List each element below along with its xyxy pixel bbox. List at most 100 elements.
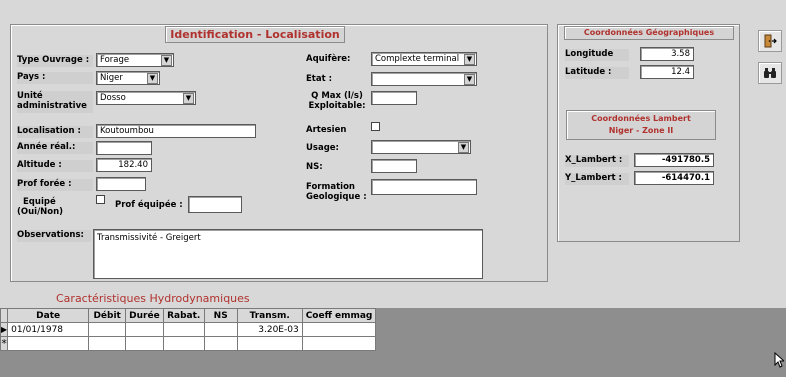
prof-foree-input[interactable] bbox=[96, 177, 146, 191]
hydro-grid: Date Débit Durée Rabat. NS Transm. Coeff… bbox=[0, 308, 377, 351]
new-row-selector[interactable]: * bbox=[0, 336, 9, 351]
observations-label: Observations: bbox=[17, 230, 91, 242]
altitude-input[interactable]: 182.40 bbox=[96, 158, 152, 172]
etat-label: Etat : bbox=[306, 74, 333, 84]
hydro-table: Date Débit Durée Rabat. NS Transm. Coeff… bbox=[0, 308, 377, 351]
prof-foree-label: Prof forée : bbox=[17, 179, 93, 191]
col-transm[interactable]: Transm. bbox=[236, 308, 303, 323]
chevron-down-icon[interactable]: ▼ bbox=[458, 142, 469, 153]
unite-admin-value: Dosso bbox=[100, 93, 126, 103]
lambert-title-line2: Niger - Zone II bbox=[608, 126, 674, 135]
door-exit-icon bbox=[764, 34, 777, 48]
aquifere-value: Complexte terminal bbox=[375, 54, 460, 64]
x-lambert-label: X_Lambert : bbox=[565, 155, 629, 167]
unite-admin-select[interactable]: Dosso ▼ bbox=[96, 91, 196, 105]
aquifere-label: Aquifère: bbox=[306, 54, 351, 64]
binoculars-icon bbox=[764, 68, 776, 78]
geo-title: Coordonnées Géographiques bbox=[564, 26, 734, 40]
altitude-label: Altitude : bbox=[17, 160, 93, 172]
mouse-cursor-icon bbox=[774, 352, 784, 368]
equipe-label: Equipé (Oui/Non) bbox=[17, 197, 77, 219]
new-cell[interactable] bbox=[236, 336, 303, 351]
aquifere-select[interactable]: Complexte terminal ▼ bbox=[371, 52, 477, 66]
formation-input[interactable] bbox=[371, 179, 477, 195]
equipe-label-line1: Equipé bbox=[23, 197, 56, 207]
latitude-input[interactable]: 12.4 bbox=[640, 65, 694, 79]
x-lambert-input[interactable]: -491780.5 bbox=[634, 153, 714, 167]
localisation-input[interactable]: Koutoumbou bbox=[96, 124, 256, 138]
cell-rabat[interactable] bbox=[162, 322, 205, 337]
type-ouvrage-value: Forage bbox=[100, 55, 130, 65]
new-cell[interactable] bbox=[301, 336, 377, 351]
localisation-label: Localisation : bbox=[17, 126, 93, 138]
row-selector-header bbox=[0, 308, 9, 323]
ns-input[interactable] bbox=[371, 159, 417, 173]
pays-value: Niger bbox=[100, 73, 123, 83]
ns-label: NS: bbox=[306, 162, 323, 172]
annee-label: Année réal.: bbox=[17, 142, 93, 154]
new-cell[interactable] bbox=[125, 336, 164, 351]
cell-ns[interactable] bbox=[203, 322, 238, 337]
cell-transm[interactable]: 3.20E-03 bbox=[236, 322, 303, 337]
new-cell[interactable] bbox=[162, 336, 205, 351]
lambert-title-line1: Coordonnées Lambert bbox=[591, 114, 691, 123]
longitude-input[interactable]: 3.58 bbox=[640, 47, 694, 61]
y-lambert-label: Y_Lambert : bbox=[565, 173, 629, 185]
pays-select[interactable]: Niger ▼ bbox=[96, 71, 160, 85]
type-ouvrage-select[interactable]: Forage ▼ bbox=[96, 53, 174, 67]
artesien-checkbox[interactable] bbox=[371, 122, 380, 131]
qmax-input[interactable] bbox=[371, 91, 417, 105]
unite-admin-label-line1: Unité bbox=[17, 91, 43, 101]
hydro-header-row: Date Débit Durée Rabat. NS Transm. Coeff… bbox=[0, 308, 377, 323]
col-date[interactable]: Date bbox=[7, 308, 90, 323]
qmax-label-line1: Q Max (l/s) bbox=[311, 91, 363, 101]
cell-date[interactable]: 01/01/1978 bbox=[7, 322, 90, 337]
search-button[interactable] bbox=[758, 62, 782, 84]
artesien-label: Artesien bbox=[306, 125, 347, 135]
observations-textarea[interactable]: Transmissivité - Greigert bbox=[93, 229, 483, 279]
pays-label: Pays : bbox=[17, 72, 93, 84]
usage-label: Usage: bbox=[306, 143, 339, 153]
prof-equipee-label: Prof équipée : bbox=[115, 200, 183, 210]
qmax-label: Q Max (l/s) Exploitable: bbox=[306, 91, 368, 113]
col-duree[interactable]: Durée bbox=[125, 308, 164, 323]
chevron-down-icon[interactable]: ▼ bbox=[464, 54, 475, 65]
new-cell[interactable] bbox=[88, 336, 127, 351]
new-cell[interactable] bbox=[7, 336, 90, 351]
prof-equipee-input[interactable] bbox=[188, 196, 242, 213]
unite-admin-label: Unité administrative bbox=[17, 91, 93, 113]
cell-duree[interactable] bbox=[125, 322, 164, 337]
row-selector[interactable]: ▶ bbox=[0, 322, 9, 337]
table-row[interactable]: ▶ 01/01/1978 3.20E-03 bbox=[0, 322, 377, 337]
chevron-down-icon[interactable]: ▼ bbox=[147, 73, 158, 84]
chevron-down-icon[interactable]: ▼ bbox=[464, 74, 475, 85]
col-ns[interactable]: NS bbox=[203, 308, 238, 323]
etat-select[interactable]: ▼ bbox=[371, 72, 477, 86]
equipe-checkbox[interactable] bbox=[96, 195, 105, 204]
y-lambert-input[interactable]: -614470.1 bbox=[634, 171, 714, 185]
qmax-label-line2: Exploitable: bbox=[308, 101, 366, 111]
longitude-label: Longitude bbox=[565, 49, 629, 61]
cell-debit[interactable] bbox=[88, 322, 127, 337]
formation-label-line2: Geologique : bbox=[306, 192, 367, 202]
usage-select[interactable]: ▼ bbox=[371, 140, 471, 154]
latitude-label: Latitude : bbox=[565, 67, 629, 79]
hydro-title: Caractéristiques Hydrodynamiques bbox=[56, 292, 250, 305]
new-cell[interactable] bbox=[203, 336, 238, 351]
chevron-down-icon[interactable]: ▼ bbox=[161, 55, 172, 66]
annee-input[interactable] bbox=[96, 141, 152, 155]
col-rabat[interactable]: Rabat. bbox=[162, 308, 205, 323]
formation-label: Formation Geologique : bbox=[306, 182, 368, 204]
formation-label-line1: Formation bbox=[306, 182, 355, 192]
lambert-title: Coordonnées Lambert Niger - Zone II bbox=[566, 110, 716, 140]
equipe-label-line2: (Oui/Non) bbox=[17, 207, 64, 217]
col-debit[interactable]: Débit bbox=[88, 308, 127, 323]
chevron-down-icon[interactable]: ▼ bbox=[183, 93, 194, 104]
col-coeff[interactable]: Coeff emmag bbox=[301, 308, 377, 323]
exit-button[interactable] bbox=[758, 30, 782, 52]
type-ouvrage-label: Type Ouvrage : bbox=[17, 55, 93, 67]
new-record-row[interactable]: * bbox=[0, 336, 377, 351]
identification-title: Identification - Localisation bbox=[165, 26, 345, 43]
unite-admin-label-line2: administrative bbox=[17, 101, 87, 111]
cell-coeff[interactable] bbox=[301, 322, 377, 337]
